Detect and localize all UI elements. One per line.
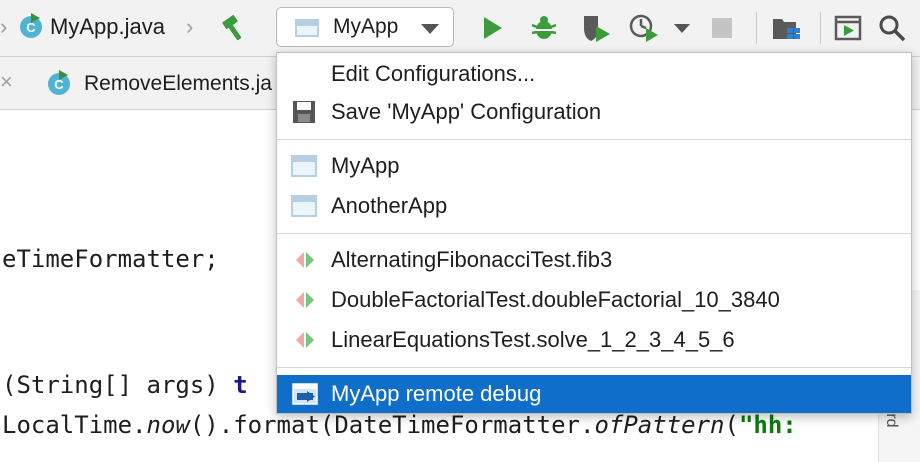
code-line: eTimeFormatter;: [2, 244, 219, 274]
code-line: LocalTime.now().format(DateTimeFormatter…: [2, 410, 797, 440]
config-item-anotherapp[interactable]: AnotherApp: [277, 187, 911, 225]
application-config-icon: [295, 19, 319, 37]
test-config-icon: [291, 287, 319, 313]
code-method: ofPattern: [594, 411, 725, 439]
run-configuration-label: MyApp: [333, 15, 399, 38]
toolbar-separator: [820, 12, 821, 44]
menu-item-label: DoubleFactorialTest.doubleFactorial_10_3…: [331, 287, 780, 312]
run-icon[interactable]: [474, 10, 510, 46]
build-hammer-icon[interactable]: [216, 10, 252, 46]
project-structure-icon[interactable]: [768, 10, 804, 46]
test-item-fibonacci[interactable]: AlternatingFibonacciTest.fib3: [277, 241, 911, 279]
menu-item-label: AnotherApp: [331, 193, 448, 218]
breadcrumb-file-name[interactable]: MyApp.java: [50, 12, 165, 42]
close-icon[interactable]: ×: [0, 69, 13, 95]
run-with-coverage-icon[interactable]: [578, 10, 614, 46]
toolbar-separator: [756, 12, 757, 44]
menu-item-label: Edit Configurations...: [331, 61, 536, 86]
menu-item-label: MyApp remote debug: [331, 381, 542, 406]
java-class-icon: C: [20, 13, 42, 38]
breadcrumb-chevron-icon: ›: [186, 14, 194, 39]
save-configuration-item[interactable]: Save 'MyApp' Configuration: [277, 93, 911, 131]
config-item-myapp[interactable]: MyApp: [277, 147, 911, 185]
code-text: eTimeFormatter;: [2, 245, 219, 273]
breadcrumb-chevron-icon: ›: [0, 14, 8, 39]
menu-divider: [277, 139, 911, 140]
java-class-icon: C: [48, 70, 70, 95]
stop-icon[interactable]: [704, 10, 740, 46]
test-config-icon: [291, 327, 319, 353]
code-text: (String[] args): [2, 371, 234, 399]
code-text: (: [724, 411, 739, 439]
run-anything-icon[interactable]: [830, 10, 866, 46]
test-config-icon: [291, 247, 319, 273]
code-string: "hh:: [738, 411, 797, 439]
menu-divider: [277, 233, 911, 234]
menu-divider: [277, 367, 911, 368]
debug-bug-icon[interactable]: [526, 10, 562, 46]
run-configuration-dropdown: Edit Configurations... Save 'MyApp' Conf…: [276, 52, 912, 414]
menu-item-label: AlternatingFibonacciTest.fib3: [331, 247, 613, 272]
application-config-icon: [291, 195, 317, 217]
dropdown-arrow-icon: [421, 24, 439, 34]
code-text: ().format(DateTimeFormatter.: [189, 411, 595, 439]
code-method: now: [146, 411, 190, 439]
tab-remove-elements[interactable]: RemoveElements.ja: [84, 70, 272, 98]
test-item-linear-equations[interactable]: LinearEquationsTest.solve_1_2_3_4_5_6: [277, 321, 911, 359]
config-item-remote-debug[interactable]: MyApp remote debug: [277, 375, 911, 413]
code-keyword: t: [233, 371, 248, 399]
menu-item-label: LinearEquationsTest.solve_1_2_3_4_5_6: [331, 327, 735, 352]
code-line: (String[] args) t: [2, 370, 248, 400]
test-item-double-factorial[interactable]: DoubleFactorialTest.doubleFactorial_10_3…: [277, 281, 911, 319]
search-icon[interactable]: [874, 10, 910, 46]
save-icon: [291, 99, 319, 125]
main-toolbar: › C MyApp.java › MyApp: [0, 0, 920, 57]
run-configuration-selector[interactable]: MyApp: [276, 7, 454, 47]
code-text: LocalTime.: [2, 411, 147, 439]
menu-item-label: MyApp: [331, 153, 400, 178]
remote-debug-icon: [291, 381, 319, 407]
chevron-down-icon[interactable]: [674, 24, 690, 33]
menu-item-label: Save 'MyApp' Configuration: [331, 99, 602, 124]
edit-configurations-item[interactable]: Edit Configurations...: [277, 55, 911, 93]
profiler-icon[interactable]: [626, 10, 662, 46]
application-config-icon: [291, 155, 317, 177]
